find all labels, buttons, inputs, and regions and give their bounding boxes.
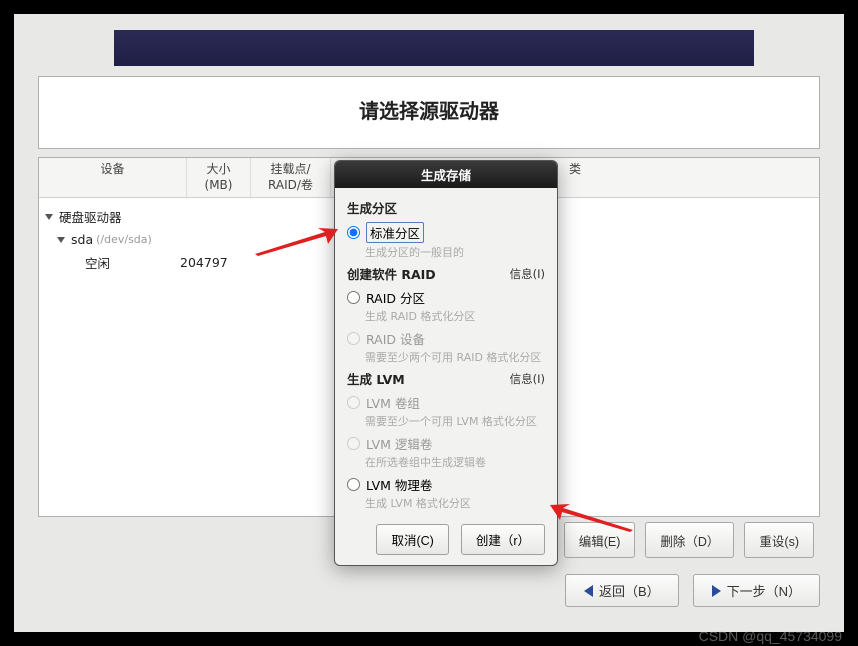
radio-input xyxy=(347,437,360,450)
col-device[interactable]: 设备 xyxy=(39,158,187,197)
radio-lvm-pv[interactable]: LVM 物理卷 xyxy=(347,475,545,494)
edit-button[interactable]: 编辑(E) xyxy=(564,522,636,558)
hint-text: 在所选卷组中生成逻辑卷 xyxy=(365,454,545,470)
radio-input[interactable] xyxy=(347,478,360,491)
dialog-create-button[interactable]: 创建（r） xyxy=(461,524,545,555)
dev-path: (/dev/sda) xyxy=(96,233,152,246)
root-label: 硬盘驱动器 xyxy=(59,207,122,226)
radio-input[interactable] xyxy=(347,291,360,304)
col-mount[interactable]: 挂载点/ RAID/卷 xyxy=(251,158,331,197)
delete-button[interactable]: 删除（D） xyxy=(645,522,734,558)
arrow-right-icon xyxy=(712,585,721,597)
free-label: 空闲 xyxy=(85,253,110,272)
section-partition: 生成分区 xyxy=(347,198,545,217)
radio-raid-partition[interactable]: RAID 分区 xyxy=(347,288,545,307)
dialog-cancel-button[interactable]: 取消(C) xyxy=(376,524,448,555)
reset-button[interactable]: 重设(s) xyxy=(744,522,814,558)
back-button[interactable]: 返回（B） xyxy=(565,574,679,607)
create-storage-dialog: 生成存储 生成分区 标准分区 生成分区的一般目的 创建软件 RAID 信息(I)… xyxy=(334,160,558,566)
dev-label: sda xyxy=(71,232,93,247)
hint-text: 生成 RAID 格式化分区 xyxy=(365,308,545,324)
hint-text: 需要至少一个可用 LVM 格式化分区 xyxy=(365,413,545,429)
col-size[interactable]: 大小 (MB) xyxy=(187,158,251,197)
hint-text: 生成分区的一般目的 xyxy=(365,244,545,260)
section-raid: 创建软件 RAID 信息(I) xyxy=(347,264,545,283)
expand-icon[interactable] xyxy=(57,237,65,243)
info-link-lvm[interactable]: 信息(I) xyxy=(510,371,545,387)
nav-buttons: 返回（B） 下一步（N） xyxy=(38,574,820,607)
section-lvm: 生成 LVM 信息(I) xyxy=(347,369,545,388)
info-link-raid[interactable]: 信息(I) xyxy=(510,266,545,282)
expand-icon[interactable] xyxy=(45,214,53,220)
radio-raid-device: RAID 设备 xyxy=(347,329,545,348)
hint-text: 需要至少两个可用 RAID 格式化分区 xyxy=(365,349,545,365)
radio-input[interactable] xyxy=(347,226,360,239)
main-panel: 请选择源驱动器 xyxy=(38,76,820,149)
next-button[interactable]: 下一步（N） xyxy=(693,574,820,607)
radio-input xyxy=(347,332,360,345)
radio-lvm-lv: LVM 逻辑卷 xyxy=(347,434,545,453)
free-size: 204797 xyxy=(180,255,228,270)
hint-text: 生成 LVM 格式化分区 xyxy=(365,495,545,511)
radio-lvm-vg: LVM 卷组 xyxy=(347,393,545,412)
top-banner xyxy=(114,30,754,66)
radio-input xyxy=(347,396,360,409)
dialog-title: 生成存储 xyxy=(335,161,557,188)
page-title: 请选择源驱动器 xyxy=(39,77,819,148)
radio-standard-partition[interactable]: 标准分区 xyxy=(347,222,545,243)
watermark: CSDN @qq_45734099 xyxy=(699,628,842,644)
arrow-left-icon xyxy=(584,585,593,597)
